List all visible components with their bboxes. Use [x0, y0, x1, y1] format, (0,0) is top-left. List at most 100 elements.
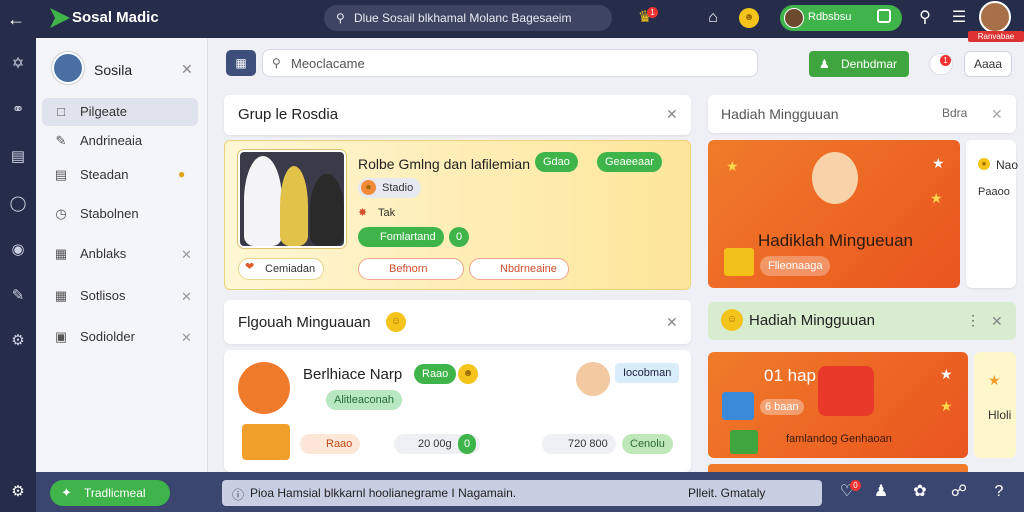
pen-icon[interactable]: ✎ [8, 286, 28, 306]
group-card-title: Grup le Rosdia [238, 106, 339, 123]
stat-pill[interactable]: Cenolu [622, 434, 673, 454]
link-icon[interactable]: ⚭ [8, 100, 28, 120]
star-icon: ★ [726, 158, 739, 174]
status-pill[interactable]: Fomlartand [358, 227, 444, 247]
folder-icon: ▣ [54, 329, 68, 344]
person-name: Berlhiace Narp [303, 366, 403, 383]
secondary-button[interactable]: Aaaa [964, 51, 1012, 77]
back-arrow-icon[interactable]: ← [6, 9, 26, 29]
reward-panel-title: Hadiah Mingguuan [721, 106, 839, 122]
add-square-icon[interactable] [877, 9, 891, 23]
notification-badge: 1 [940, 55, 951, 66]
close-icon[interactable]: ✕ [991, 106, 1003, 123]
character-avatar [576, 362, 610, 396]
app-title: Sosal Madic [72, 9, 159, 26]
user-avatar [784, 8, 804, 28]
settings-icon[interactable]: ⚙ [8, 331, 28, 351]
status-pill[interactable]: Raao [414, 364, 457, 384]
action-button[interactable]: Befnorn [358, 258, 464, 280]
group-headline: Rolbe Gmlng dan lafilemian [358, 156, 530, 172]
gift-icon [724, 248, 754, 276]
sidebar-avatar [52, 52, 84, 84]
status-pill[interactable]: Gdao [535, 152, 578, 172]
side-card2[interactable] [974, 352, 1016, 458]
character-illustration [812, 152, 858, 204]
user-icon: ♟ [819, 57, 830, 71]
coin-icon: ☻ [458, 364, 478, 384]
coin-icon: ● [978, 158, 990, 170]
help-icon[interactable]: ? [988, 481, 1010, 503]
chat-icon[interactable]: ◯ [8, 194, 28, 214]
status-text: Pioa Hamsial blkkarnl hoolianegrame I Na… [250, 486, 517, 500]
sidebar-profile-name: Sosila [94, 62, 133, 78]
gear-icon[interactable]: ⚙ [8, 482, 28, 502]
close-icon[interactable]: ✕ [181, 289, 192, 305]
twitter-icon[interactable]: ✿ [909, 481, 931, 503]
info-icon: ⓘ [232, 488, 245, 502]
side-card-title: Nao [996, 158, 1019, 172]
stat-pill[interactable]: Raao [300, 434, 361, 454]
puzzle-icon[interactable]: ✡ [8, 54, 28, 74]
global-search-input[interactable]: Dlue Sosail blkhamal Molanc Bagesaeim [324, 5, 612, 31]
star-icon: ★ [988, 372, 1001, 388]
at-icon[interactable]: ◉ [8, 240, 28, 260]
banner2-caption: famlandog Genhaoan [786, 433, 892, 445]
search-icon: ⚲ [336, 11, 345, 25]
person-figure [310, 174, 344, 246]
star-icon: ✦ [61, 485, 72, 500]
next-banner [708, 464, 968, 472]
heart-icon: ❤ [245, 261, 255, 273]
banner-subtitle: Flleonaaga [760, 256, 831, 276]
smile-icon: ☺ [386, 312, 406, 332]
coins-icon: ● [178, 167, 186, 181]
clock-icon: ◷ [55, 206, 67, 221]
share-icon[interactable]: ☍ [948, 481, 970, 503]
briefcase-icon[interactable]: ▤ [8, 147, 28, 167]
tag-pill[interactable]: Iocobman [615, 363, 680, 383]
close-icon[interactable]: ✕ [666, 314, 678, 331]
sidebar-item-label: Pilgeate [80, 104, 127, 119]
reward-panel-action[interactable]: Bdra [942, 106, 967, 120]
status-pill[interactable]: Geaeeaar [597, 152, 662, 172]
reward-panel2-title: Hadiah Mingguuan [749, 312, 875, 329]
sidebar-item-label: Sotlisos [80, 288, 126, 303]
group-photo [238, 150, 346, 248]
list-icon: ▤ [54, 167, 68, 182]
close-icon[interactable]: ✕ [181, 61, 193, 78]
coin-icon[interactable]: ☻ [739, 8, 759, 28]
stat-pill[interactable]: 720 800 [542, 434, 616, 454]
main-search-input[interactable]: Meoclacame [262, 49, 758, 77]
status-right[interactable]: Plleit. Gmataly [688, 486, 765, 500]
profile-avatar[interactable] [979, 1, 1011, 33]
sidebar-item-label: Steadan [80, 167, 129, 182]
sidebar-item-label: Sodiolder [80, 329, 135, 344]
smile-icon: ☺ [721, 309, 743, 331]
menu-icon[interactable]: ☰ [948, 7, 970, 29]
banner-title: Hadiklah Mingueuan [758, 231, 913, 250]
banner2-title: 01 hap [764, 366, 816, 385]
search-icon: ⚲ [272, 56, 281, 70]
person-figure [280, 166, 308, 246]
more-vertical-icon[interactable]: ⋮ [966, 312, 980, 329]
close-icon[interactable]: ✕ [666, 106, 678, 123]
person-figure [244, 156, 282, 246]
sidebar-item-label: Andrineaia [80, 133, 143, 148]
notification-badge: 0 [850, 480, 861, 491]
grid-view-button[interactable]: ▦ [226, 50, 256, 76]
user-icon[interactable]: ♟ [870, 481, 892, 503]
close-icon[interactable]: ✕ [181, 330, 192, 346]
tag-pill[interactable]: Alitleaconah [326, 390, 402, 410]
sidebar-item-label: Stabolnen [80, 206, 139, 221]
count-pill: 0 [458, 434, 477, 454]
star-icon: ★ [930, 190, 943, 206]
close-icon[interactable]: ✕ [991, 313, 1003, 330]
flame-icon: ✸ [358, 207, 368, 219]
close-icon[interactable]: ✕ [181, 247, 192, 263]
notification-badge: 1 [647, 7, 658, 18]
home-icon[interactable]: ⌂ [702, 7, 724, 29]
count-pill[interactable]: 0 [449, 227, 470, 247]
star-icon: ★ [940, 366, 953, 382]
search-icon[interactable]: ⚲ [914, 7, 936, 29]
action-button[interactable]: Nbdrneaine [469, 258, 569, 280]
grid-icon: ▦ [54, 246, 68, 261]
